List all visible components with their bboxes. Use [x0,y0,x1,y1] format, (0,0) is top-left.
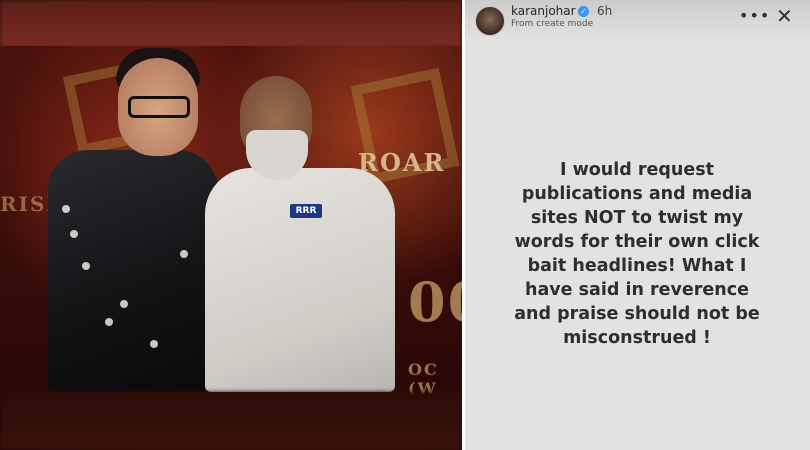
story-username[interactable]: karanjohar [511,4,576,18]
close-icon[interactable]: ✕ [776,4,793,28]
avatar[interactable] [475,6,505,36]
person-left-jacket [48,150,218,392]
event-photo: RISE ROAR 00 OC (W RRR [0,0,462,450]
photo-bottom-blur [0,392,462,450]
backdrop-text-roar: ROAR [358,148,446,177]
glasses-icon [128,96,190,118]
photo-top-blur [0,0,462,48]
instagram-story: karanjohar ✓ 6h From create mode I would… [465,0,810,450]
rrr-badge: RRR [290,204,322,218]
story-timestamp: 6h [597,4,613,18]
backdrop-text-number: 00 [408,270,462,334]
more-options-icon[interactable]: ••• [739,6,770,25]
verified-badge-icon: ✓ [578,6,589,17]
person-right-shirt [205,168,395,392]
story-source-label[interactable]: From create mode [511,19,593,29]
story-text: I would request publications and media s… [514,160,760,348]
